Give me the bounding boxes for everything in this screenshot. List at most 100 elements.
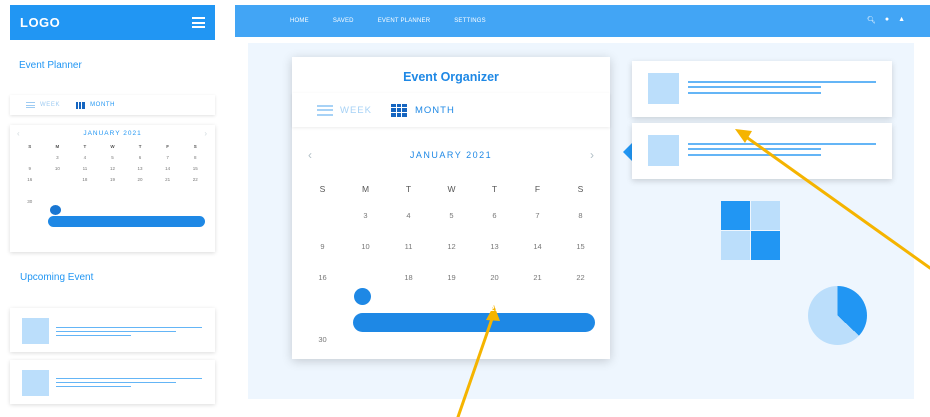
calendar-day[interactable]: 12 xyxy=(430,231,473,262)
calendar-day[interactable]: 23 xyxy=(301,293,344,324)
day-of-week-header: S xyxy=(319,183,326,194)
calendar-day[interactable]: 19 xyxy=(430,262,473,293)
mobile-app-panel: LOGO Event Planner WEEK MONTH ‹ JANUARY … xyxy=(10,5,215,417)
calendar-day[interactable]: 30 xyxy=(16,196,44,207)
calendar-empty-cell xyxy=(516,324,559,355)
grid-tiles-graphic xyxy=(721,201,780,260)
calendar-day[interactable]: 27 xyxy=(473,293,516,324)
calendar-day[interactable]: 11 xyxy=(387,231,430,262)
calendar-day[interactable]: 30 xyxy=(301,324,344,355)
calendar-day[interactable]: 14 xyxy=(516,231,559,262)
upcoming-event-heading: Upcoming Event xyxy=(20,272,94,283)
day-of-week-header: F xyxy=(534,183,541,194)
calendar-day[interactable]: 29 xyxy=(559,293,602,324)
calendar-day[interactable]: 10 xyxy=(44,163,72,174)
next-month-chevron-icon[interactable]: › xyxy=(590,148,594,162)
calendar-day[interactable]: 9 xyxy=(16,163,44,174)
calendar-day[interactable]: 6 xyxy=(473,200,516,231)
week-tab[interactable]: WEEK xyxy=(340,105,372,116)
calendar-day[interactable]: 8 xyxy=(559,200,602,231)
calendar-day[interactable]: 21 xyxy=(154,174,182,185)
mobile-header: LOGO xyxy=(10,5,215,40)
calendar-day[interactable]: 15 xyxy=(181,163,209,174)
month-tab[interactable]: MONTH xyxy=(90,102,115,108)
calendar-day[interactable]: 13 xyxy=(473,231,516,262)
calendar-day[interactable]: 7 xyxy=(516,200,559,231)
calendar-day[interactable]: 25 xyxy=(71,185,99,196)
calendar-day[interactable]: 17 xyxy=(344,262,387,293)
calendar-day[interactable]: 18 xyxy=(71,174,99,185)
selected-range-bar xyxy=(48,216,205,227)
calendar-day[interactable]: 7 xyxy=(154,152,182,163)
grid-icon[interactable] xyxy=(76,101,86,109)
calendar-day[interactable]: 23 xyxy=(16,185,44,196)
calendar-day[interactable]: 24 xyxy=(344,293,387,324)
event-card[interactable] xyxy=(10,308,215,352)
nav-event-planner[interactable]: EVENT PLANNER xyxy=(378,18,431,24)
nav-home[interactable]: HOME xyxy=(290,18,309,24)
calendar-day[interactable]: 12 xyxy=(99,163,127,174)
calendar-empty-cell xyxy=(430,324,473,355)
calendar-day[interactable]: 22 xyxy=(559,262,602,293)
prev-month-chevron-icon[interactable]: ‹ xyxy=(308,148,312,162)
calendar-day[interactable]: 5 xyxy=(99,152,127,163)
calendar-day[interactable]: 4 xyxy=(387,200,430,231)
calendar-empty-cell xyxy=(16,152,44,163)
user-icon[interactable]: ▲ xyxy=(898,16,905,24)
calendar-day[interactable]: 15 xyxy=(559,231,602,262)
calendar-day[interactable]: 20 xyxy=(126,174,154,185)
calendar-day[interactable]: 28 xyxy=(516,293,559,324)
day-of-week-header: T xyxy=(83,144,87,149)
calendar-day[interactable]: 27 xyxy=(126,185,154,196)
event-card[interactable] xyxy=(10,360,215,404)
search-icon[interactable]: 🔍︎ xyxy=(867,16,876,24)
list-icon[interactable] xyxy=(26,102,35,108)
calendar-day[interactable]: 17 xyxy=(44,174,72,185)
calendar-day[interactable]: 24 xyxy=(44,185,72,196)
calendar-day[interactable]: 14 xyxy=(154,163,182,174)
calendar-day[interactable]: 29 xyxy=(181,185,209,196)
nav-saved[interactable]: SAVED xyxy=(333,18,354,24)
grid-icon[interactable] xyxy=(390,103,407,117)
calendar-day[interactable]: 22 xyxy=(181,174,209,185)
hamburger-menu-icon[interactable] xyxy=(192,17,205,28)
calendar-day[interactable]: 20 xyxy=(473,262,516,293)
next-month-chevron-icon[interactable]: › xyxy=(204,129,208,138)
text-line xyxy=(56,382,176,383)
list-icon[interactable] xyxy=(317,104,333,116)
month-tab[interactable]: MONTH xyxy=(415,105,455,116)
calendar-day[interactable]: 28 xyxy=(154,185,182,196)
calendar-empty-cell xyxy=(387,324,430,355)
calendar-day[interactable]: 16 xyxy=(16,174,44,185)
calendar-day[interactable]: 16 xyxy=(301,262,344,293)
calendar-day[interactable]: 18 xyxy=(387,262,430,293)
calendar-day[interactable]: 11 xyxy=(71,163,99,174)
calendar-day[interactable]: 19 xyxy=(99,174,127,185)
calendar-day[interactable]: 5 xyxy=(430,200,473,231)
calendar-day[interactable]: 8 xyxy=(181,152,209,163)
logo[interactable]: LOGO xyxy=(20,15,60,30)
calendar-empty-cell xyxy=(181,196,209,207)
calendar-day[interactable]: 6 xyxy=(126,152,154,163)
day-of-week-header: W xyxy=(447,183,456,194)
bell-icon[interactable]: ● xyxy=(885,16,889,24)
calendar-empty-cell xyxy=(154,196,182,207)
event-card[interactable] xyxy=(632,123,892,179)
calendar-day[interactable]: 4 xyxy=(71,152,99,163)
calendar-day[interactable]: 13 xyxy=(126,163,154,174)
calendar-day[interactable]: 9 xyxy=(301,231,344,262)
event-card[interactable] xyxy=(632,61,892,117)
week-tab[interactable]: WEEK xyxy=(40,102,60,108)
calendar-day[interactable]: 26 xyxy=(99,185,127,196)
calendar-day[interactable]: 10 xyxy=(344,231,387,262)
calendar-day[interactable]: 3 xyxy=(44,152,72,163)
nav-settings[interactable]: SETTINGS xyxy=(454,18,486,24)
calendar-day[interactable]: 3 xyxy=(344,200,387,231)
calendar-header: ‹ JANUARY 2021 › xyxy=(292,133,610,177)
calendar-day[interactable]: 25 xyxy=(387,293,430,324)
event-thumbnail xyxy=(648,73,679,104)
calendar-empty-cell xyxy=(559,324,602,355)
calendar-day[interactable]: 21 xyxy=(516,262,559,293)
calendar-day[interactable]: 26 xyxy=(430,293,473,324)
prev-month-chevron-icon[interactable]: ‹ xyxy=(17,129,21,138)
